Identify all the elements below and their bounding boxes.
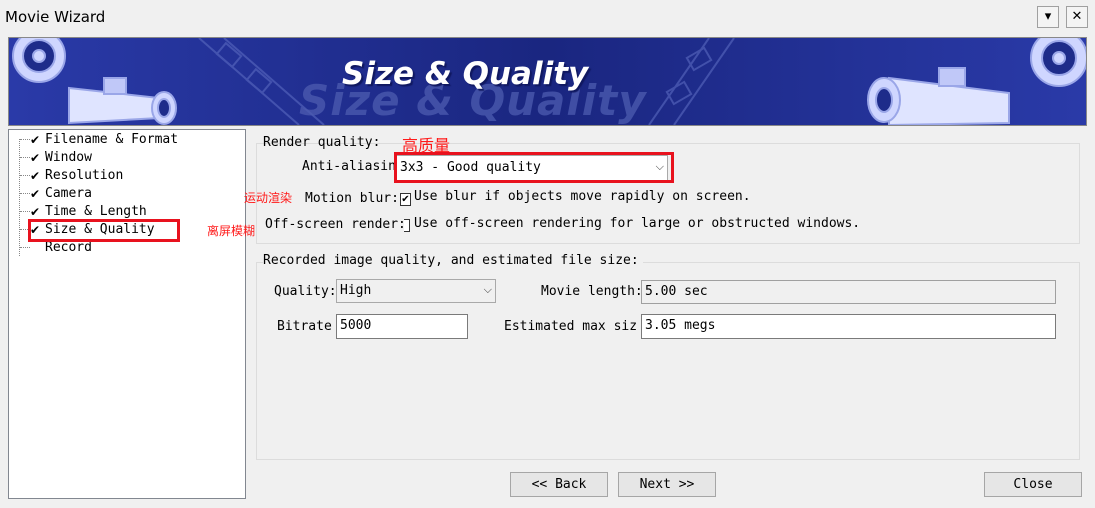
estimated-size-field[interactable]: 3.05 megs bbox=[641, 314, 1056, 339]
motion-blur-description: Use blur if objects move rapidly on scre… bbox=[414, 189, 751, 204]
motion-blur-label: Motion blur: bbox=[305, 191, 399, 206]
title-bar: Movie Wizard ▾ ✕ bbox=[0, 0, 1095, 34]
chevron-down-icon: ▾ bbox=[1044, 9, 1052, 24]
step-label: Resolution bbox=[45, 168, 124, 183]
check-icon: ✔ bbox=[401, 194, 410, 205]
bitrate-value: 5000 bbox=[340, 318, 372, 333]
anti-aliasing-highlight-box bbox=[394, 152, 674, 183]
quality-select[interactable]: High ⌵ bbox=[336, 279, 496, 303]
close-button[interactable]: Close bbox=[984, 472, 1082, 497]
window-menu-button[interactable]: ▾ bbox=[1037, 6, 1059, 28]
step-label: Window bbox=[45, 150, 92, 165]
motion-blur-checkbox[interactable]: ✔ bbox=[400, 193, 411, 206]
wizard-steps-tree bbox=[8, 129, 246, 499]
movie-length-label: Movie length: bbox=[541, 284, 643, 299]
step-label: Camera bbox=[45, 186, 92, 201]
window-close-button[interactable]: ✕ bbox=[1066, 6, 1088, 28]
window-title: Movie Wizard bbox=[5, 8, 106, 26]
close-icon: ✕ bbox=[1071, 9, 1083, 24]
quality-value: High bbox=[340, 283, 372, 298]
check-icon: ✔ bbox=[30, 151, 41, 165]
render-quality-heading: Render quality: bbox=[263, 135, 381, 150]
estimated-size-label: Estimated max siz bbox=[504, 319, 638, 334]
estimated-size-value: 3.05 megs bbox=[645, 318, 716, 333]
offscreen-render-description: Use off-screen rendering for large or ob… bbox=[414, 216, 861, 231]
movie-length-value: 5.00 sec bbox=[645, 284, 708, 299]
check-icon: ✔ bbox=[30, 133, 41, 147]
annotation-offscreen-blur: 离屏模糊 bbox=[207, 224, 256, 238]
next-button[interactable]: Next >> bbox=[618, 472, 716, 497]
anti-aliasing-label: Anti-aliasin bbox=[302, 159, 396, 174]
step-label: Filename & Format bbox=[45, 132, 179, 147]
annotation-motion-render: 运动渲染 bbox=[244, 191, 293, 205]
size-quality-highlight-box bbox=[28, 219, 180, 242]
offscreen-render-label: Off-screen render: bbox=[265, 217, 406, 232]
header-banner: Size & Quality Size & Quality bbox=[8, 37, 1087, 126]
check-icon: ✔ bbox=[30, 187, 41, 201]
chevron-down-icon: ⌵ bbox=[483, 283, 492, 296]
recorded-quality-heading: Recorded image quality, and estimated fi… bbox=[263, 252, 643, 270]
offscreen-render-checkbox[interactable] bbox=[404, 219, 410, 232]
movie-length-field[interactable]: 5.00 sec bbox=[641, 280, 1056, 304]
page-title: Size & Quality bbox=[342, 56, 589, 92]
check-icon: ✔ bbox=[30, 169, 41, 183]
quality-label: Quality: bbox=[274, 284, 337, 299]
annotation-high-quality: 高质量 bbox=[402, 136, 451, 155]
bitrate-label: Bitrate bbox=[277, 319, 332, 334]
back-button[interactable]: << Back bbox=[510, 472, 608, 497]
bitrate-input[interactable]: 5000 bbox=[336, 314, 468, 339]
